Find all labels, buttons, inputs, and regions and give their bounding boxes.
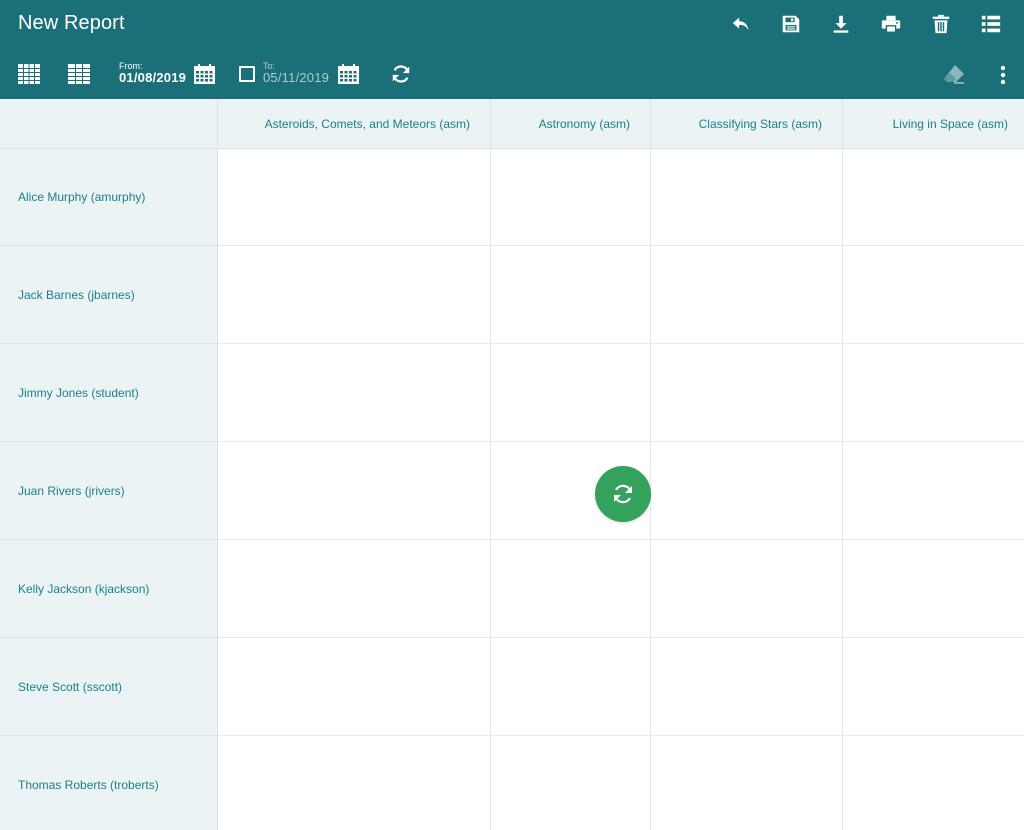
calendar-icon <box>337 64 359 84</box>
to-calendar-button[interactable] <box>337 63 359 85</box>
row-label[interactable]: Jack Barnes (jbarnes) <box>0 246 217 344</box>
report-grid: Asteroids, Comets, and Meteors (asm) Ast… <box>0 99 1024 830</box>
row-divider <box>218 441 1024 442</box>
refresh-button[interactable] <box>389 62 413 86</box>
row-label[interactable]: Juan Rivers (jrivers) <box>0 442 217 540</box>
delete-button[interactable] <box>916 10 966 38</box>
to-value: 05/11/2019 <box>263 70 330 85</box>
top-bar: New Report From: 01/08/2019 To: 05/11/20… <box>0 0 1024 99</box>
grid-view-icon <box>18 64 40 84</box>
refresh-fab[interactable] <box>595 466 651 522</box>
row-divider <box>218 539 1024 540</box>
page-title: New Report <box>18 12 125 34</box>
table-view-button[interactable] <box>68 63 90 85</box>
from-calendar-button[interactable] <box>193 63 215 85</box>
column-header[interactable]: Astronomy (asm) <box>491 99 651 148</box>
download-icon <box>833 15 849 33</box>
refresh-icon <box>392 65 410 83</box>
toolbar: From: 01/08/2019 To: 05/11/2019 <box>0 58 1024 92</box>
more-vertical-icon <box>1000 65 1006 85</box>
column-header[interactable]: Classifying Stars (asm) <box>651 99 843 148</box>
table-view-icon <box>68 64 90 84</box>
save-icon <box>782 15 800 33</box>
row-label[interactable]: Thomas Roberts (troberts) <box>0 736 217 830</box>
eraser-icon <box>944 65 964 84</box>
refresh-icon <box>614 484 632 504</box>
top-actions <box>716 10 1016 38</box>
print-icon <box>881 15 901 33</box>
column-divider <box>490 149 491 830</box>
row-divider <box>218 343 1024 344</box>
column-header[interactable]: Living in Space (asm) <box>843 99 1024 148</box>
row-label[interactable]: Kelly Jackson (kjackson) <box>0 540 217 638</box>
save-button[interactable] <box>766 10 816 38</box>
trash-icon <box>932 14 950 34</box>
to-date-checkbox[interactable] <box>239 66 255 82</box>
grid-view-button[interactable] <box>18 63 40 85</box>
undo-button[interactable] <box>716 10 766 38</box>
column-divider <box>842 149 843 830</box>
download-button[interactable] <box>816 10 866 38</box>
list-button[interactable] <box>966 10 1016 38</box>
from-date[interactable]: From: 01/08/2019 <box>119 62 186 88</box>
to-date[interactable]: To: 05/11/2019 <box>263 62 329 88</box>
row-divider <box>218 735 1024 736</box>
from-value: 01/08/2019 <box>119 70 187 85</box>
row-divider <box>218 245 1024 246</box>
row-label[interactable]: Jimmy Jones (student) <box>0 344 217 442</box>
print-button[interactable] <box>866 10 916 38</box>
calendar-icon <box>193 64 215 84</box>
list-icon <box>981 15 1001 33</box>
row-divider <box>218 637 1024 638</box>
corner-cell <box>0 99 218 148</box>
eraser-button[interactable] <box>941 62 967 86</box>
row-labels: Alice Murphy (amurphy) Jack Barnes (jbar… <box>0 149 218 830</box>
row-label[interactable]: Steve Scott (sscott) <box>0 638 217 736</box>
row-label[interactable]: Alice Murphy (amurphy) <box>0 149 217 246</box>
column-header-row: Asteroids, Comets, and Meteors (asm) Ast… <box>0 99 1024 149</box>
undo-icon <box>732 17 749 31</box>
more-options-button[interactable] <box>994 64 1012 86</box>
column-header[interactable]: Asteroids, Comets, and Meteors (asm) <box>218 99 491 148</box>
